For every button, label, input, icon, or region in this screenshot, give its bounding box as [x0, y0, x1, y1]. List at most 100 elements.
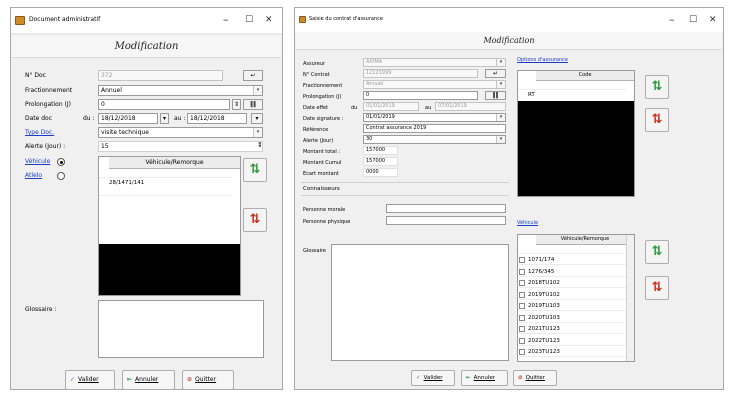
table-row[interactable]: 2018TU102: [518, 278, 626, 288]
row-checkbox[interactable]: [519, 326, 525, 332]
table-row[interactable]: 2019TU103: [518, 301, 626, 311]
prolongation-input[interactable]: 0: [363, 91, 478, 100]
num-doc-value: 372: [101, 72, 113, 79]
scrollbar[interactable]: [626, 235, 634, 361]
minimize-icon[interactable]: –: [669, 13, 675, 26]
row-checkbox[interactable]: [519, 291, 525, 298]
grid-empty-area: [518, 101, 634, 196]
row-checkbox[interactable]: [519, 303, 525, 309]
date-au-field[interactable]: 18/12/2018: [187, 113, 247, 124]
alerte-select[interactable]: 30 ▾: [363, 135, 506, 144]
vehicle-row-value: 1276/345: [528, 268, 555, 275]
label-glossaire: Glossaire: [303, 248, 327, 254]
alerte-spin-icon[interactable]: ⇕: [257, 141, 263, 149]
ecart-input[interactable]: 0000: [363, 168, 398, 177]
remove-vehicle-button[interactable]: ⇅: [243, 208, 267, 232]
label-prolongation: Prolongation (J): [303, 94, 342, 100]
fractionnement-select[interactable]: Annuel ▾: [363, 80, 506, 89]
options-assurance-link[interactable]: Options d'assurance: [517, 57, 568, 63]
table-row[interactable]: 1276/345: [518, 267, 626, 277]
minimize-icon[interactable]: –: [223, 13, 229, 26]
vehicule-link[interactable]: Véhicule: [25, 158, 50, 165]
label-date-effet: Date effet: [303, 105, 329, 111]
personne-morale-input[interactable]: [386, 204, 506, 213]
table-row[interactable]: 1071/174: [518, 255, 626, 265]
table-row[interactable]: RT: [518, 91, 626, 99]
cumul-input[interactable]: 157000: [363, 157, 398, 166]
calendar-button[interactable]: ‖‖: [485, 91, 506, 100]
table-row[interactable]: 2023TU123: [518, 347, 626, 357]
label-fractionnement: Fractionnement: [303, 83, 343, 89]
divider: [301, 195, 509, 196]
options-grid[interactable]: Code RT: [517, 70, 635, 197]
valider-button[interactable]: ✓ Valider: [65, 370, 115, 390]
contrat-button[interactable]: ↵: [485, 69, 506, 78]
reference-input[interactable]: Contrat assurance 2019: [363, 124, 506, 133]
vehicle-row-value: 2023TU123: [528, 349, 560, 355]
alerte-input[interactable]: 15: [98, 141, 263, 152]
quitter-button[interactable]: ⊘ Quitter: [182, 370, 234, 390]
table-row[interactable]: 28/1471/141: [99, 179, 232, 187]
date-du-field[interactable]: 01/01/2019: [363, 102, 419, 111]
row-checkbox[interactable]: [519, 257, 525, 263]
row-checkbox[interactable]: [519, 314, 525, 321]
remove-vehicle-button[interactable]: ⇅: [645, 276, 669, 300]
row-checkbox[interactable]: [519, 337, 525, 344]
agence-radio[interactable]: [57, 172, 65, 180]
personne-physique-input[interactable]: [386, 216, 506, 225]
grid-filter-row[interactable]: [518, 82, 626, 90]
num-doc-button[interactable]: ↵: [243, 70, 263, 81]
date-du-value: 01/01/2019: [366, 103, 395, 109]
maximize-icon[interactable]: ☐: [245, 15, 253, 25]
row-checkbox[interactable]: [519, 268, 525, 275]
prolongation-spin[interactable]: ⇕: [232, 99, 241, 110]
annuler-button[interactable]: ⇤ Annuler: [461, 370, 508, 386]
options-header-label: Code: [578, 72, 592, 78]
table-row[interactable]: 2021TU123: [518, 324, 626, 334]
close-icon[interactable]: ✕: [265, 15, 273, 25]
prolongation-input[interactable]: 0: [98, 99, 230, 110]
remove-option-button[interactable]: ⇅: [645, 108, 669, 132]
date-au-field[interactable]: 07/01/2019: [435, 102, 506, 111]
row-checkbox[interactable]: [519, 349, 525, 355]
glossaire-textarea[interactable]: [331, 244, 509, 361]
close-icon[interactable]: ✕: [709, 15, 717, 25]
vehicule-grid[interactable]: Véhicule/Remorque 1071/174 1276/345 2018TU…: [517, 234, 635, 362]
row-checkbox[interactable]: [519, 280, 525, 286]
total-input[interactable]: 157000: [363, 146, 398, 155]
glossaire-textarea[interactable]: [98, 300, 264, 358]
type-doc-select[interactable]: visite technique ▾: [98, 127, 263, 138]
type-doc-value: visite technique: [101, 129, 149, 136]
type-doc-link[interactable]: Type Doc.: [25, 129, 54, 136]
add-vehicle-button[interactable]: ⇅: [243, 158, 267, 182]
date-du-dropdown[interactable]: ▾: [160, 113, 169, 124]
grid-filter-row[interactable]: [518, 246, 626, 254]
prolongation-value: 0: [101, 101, 105, 108]
table-row[interactable]: 2019TU102: [518, 290, 626, 300]
num-doc-field[interactable]: 372: [98, 70, 223, 81]
calendar-button[interactable]: ‖‖: [243, 99, 263, 110]
vehicule-radio[interactable]: [57, 158, 65, 166]
vehicule-grid[interactable]: Véhicule/Remorque 28/1471/141: [98, 156, 241, 296]
assureur-value: AXIMA: [366, 59, 383, 65]
date-du-field[interactable]: 18/12/2018: [98, 113, 158, 124]
signature-field[interactable]: 01/01/2019 ▾: [363, 113, 506, 122]
annuler-button[interactable]: ⇤ Annuler: [122, 370, 175, 390]
contrat-field[interactable]: 12121999: [363, 69, 478, 78]
grid-filter-row[interactable]: [99, 170, 232, 178]
maximize-icon[interactable]: ☐: [689, 15, 697, 25]
quitter-button[interactable]: ⊘ Quitter: [513, 370, 557, 386]
vehicle-row-value: 2018TU102: [528, 280, 560, 286]
date-au-dropdown[interactable]: ▾: [251, 113, 263, 124]
assureur-select[interactable]: AXIMA ▾: [363, 58, 506, 67]
fractionnement-select[interactable]: Annuel ▾: [98, 85, 263, 96]
add-option-button[interactable]: ⇅: [645, 75, 669, 99]
label-connaisseurs: Connaisseurs: [303, 186, 340, 192]
grid-header-label: Véhicule/Remorque: [145, 159, 204, 166]
vehicule-link[interactable]: Véhicule: [517, 220, 538, 226]
valider-button[interactable]: ✓ Valider: [411, 370, 455, 386]
agence-link[interactable]: Atlelo: [25, 172, 42, 179]
add-vehicle-button[interactable]: ⇅: [645, 240, 669, 264]
table-row[interactable]: 2020TU103: [518, 313, 626, 323]
table-row[interactable]: 2022TU123: [518, 336, 626, 346]
